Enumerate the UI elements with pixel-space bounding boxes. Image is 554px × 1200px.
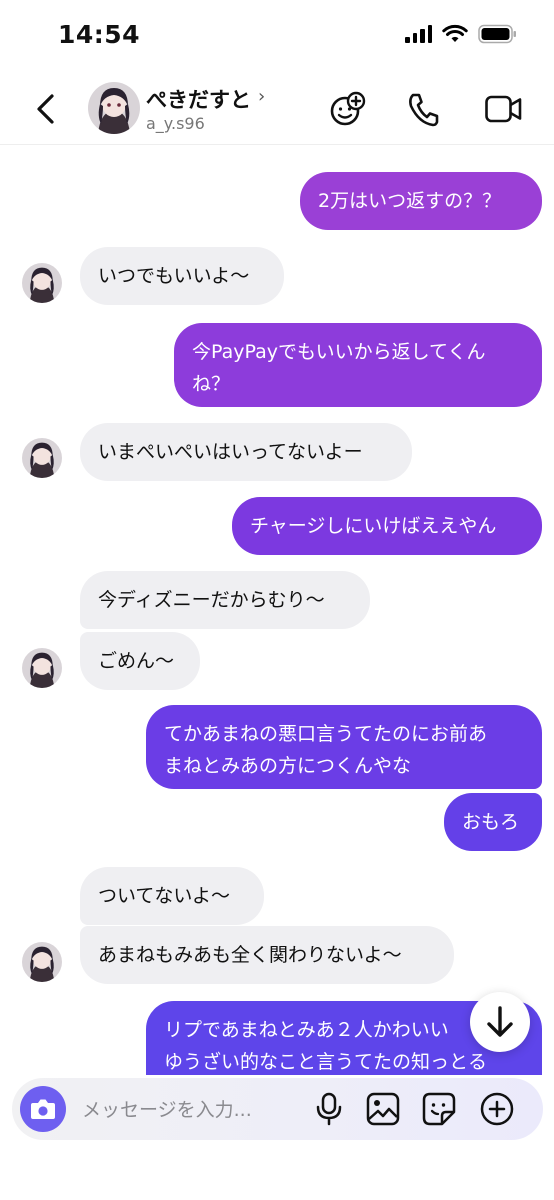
contact-name[interactable]: ぺきだすと [146,84,251,114]
message-bubble-sent[interactable]: 今PayPayでもいいから返してくん ね？ [174,323,542,407]
arrow-down-icon [487,1006,513,1037]
chevron-right-icon[interactable]: › [258,86,265,107]
message-bubble-sent[interactable]: おもろ [444,793,542,851]
sticker-icon[interactable] [422,1092,456,1126]
contact-handle: a_y.s96 [146,114,205,133]
message-bubble-received[interactable]: あまねもみあも全く関わりないよ〜 [80,926,454,984]
message-bubble-received[interactable]: いまぺいぺいはいってないよー [80,423,412,481]
back-arrow-icon[interactable] [30,90,64,128]
phone-call-icon[interactable] [406,90,440,128]
message-bubble-received[interactable]: 今ディズニーだからむり〜 [80,571,370,629]
status-icons [405,24,518,44]
status-time: 14:54 [58,20,141,49]
battery-icon [478,24,516,44]
wifi-icon [442,24,468,42]
message-bubble-sent[interactable]: チャージしにいけばええやん [232,497,542,555]
contact-avatar-small[interactable] [22,648,62,688]
scroll-to-bottom-button[interactable] [470,992,530,1052]
message-bubble-received[interactable]: ごめん〜 [80,632,200,690]
video-call-icon[interactable] [485,95,522,123]
message-bubble-received[interactable]: いつでもいいよ〜 [80,247,284,305]
message-bubble-received[interactable]: ついてないよ〜 [80,867,264,925]
cellular-signal-icon [405,25,432,43]
gallery-image-icon[interactable] [366,1092,400,1126]
message-list[interactable]: 2万はいつ返すの？？ いつでもいいよ〜 今PayPayでもいいから返してくん ね… [0,145,554,1075]
message-bubble-sent[interactable]: てかあまねの悪口言うてたのにお前あ まねとみあの方につくんやな [146,705,542,789]
contact-avatar[interactable] [88,82,140,134]
chat-header: ぺきだすと › a_y.s96 [0,72,554,145]
message-bubble-sent[interactable]: 2万はいつ返すの？？ [300,172,542,230]
sticker-face-add-icon[interactable] [328,90,366,128]
contact-avatar-small[interactable] [22,438,62,478]
camera-icon [31,1099,55,1119]
microphone-icon[interactable] [314,1092,344,1126]
contact-avatar-small[interactable] [22,942,62,982]
status-bar: 14:54 [0,0,554,72]
camera-button[interactable] [20,1086,66,1132]
contact-avatar-small[interactable] [22,263,62,303]
message-composer [12,1078,543,1140]
message-input[interactable] [80,1092,294,1128]
add-plus-icon[interactable] [480,1092,514,1126]
